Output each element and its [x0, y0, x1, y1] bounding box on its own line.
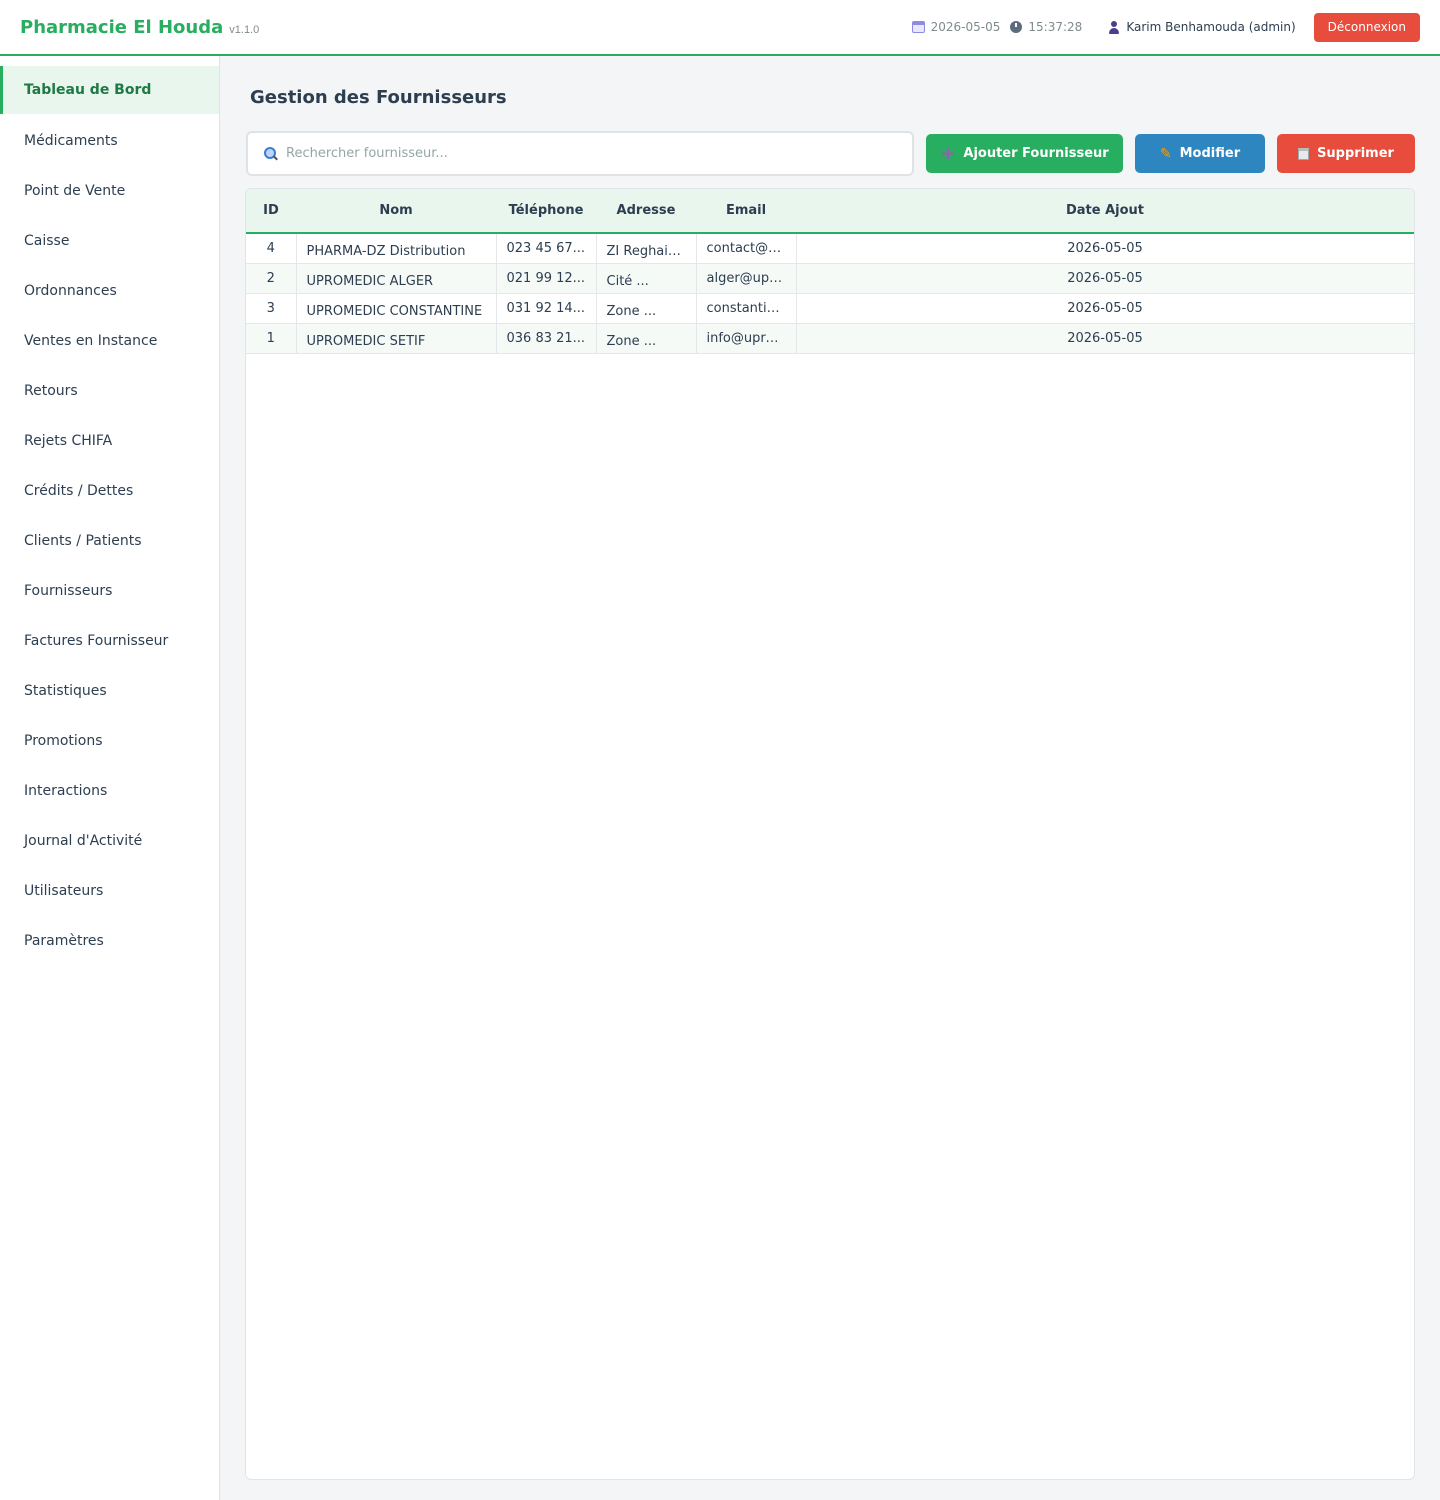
logout-button[interactable]: Déconnexion: [1313, 12, 1420, 42]
cell-date-ajout: 2026-05-05: [796, 233, 1414, 264]
cell-nom: UPROMEDIC ALGER: [296, 263, 497, 294]
cell-telephone: 031 92 14...: [496, 293, 597, 324]
cell-nom: UPROMEDIC CONSTANTINE: [296, 293, 497, 324]
sidebar-item-tableau-de-bord[interactable]: Tableau de Bord: [0, 66, 219, 114]
cell-adresse: Zone ...: [596, 323, 697, 354]
date-text: 2026-05-05: [930, 20, 1001, 34]
app-title: Pharmacie El Houda: [20, 16, 224, 38]
plus-icon: +: [940, 142, 956, 164]
sidebar-item-caisse[interactable]: Caisse: [0, 216, 219, 266]
add-supplier-label: Ajouter Fournisseur: [963, 146, 1109, 161]
table-row[interactable]: 3 UPROMEDIC CONSTANTINE 031 92 14... Zon…: [246, 293, 1414, 324]
sidebar-item-retours[interactable]: Retours: [0, 366, 219, 416]
column-header-id[interactable]: ID: [246, 189, 296, 234]
column-header-adresse[interactable]: Adresse: [596, 189, 696, 234]
cell-id: 2: [246, 263, 297, 294]
cell-email: contact@p...: [696, 233, 797, 264]
cell-date-ajout: 2026-05-05: [796, 293, 1414, 324]
trash-icon: [1298, 147, 1310, 160]
cell-adresse: Cité ...: [596, 263, 697, 294]
cell-nom: PHARMA-DZ Distribution: [296, 233, 497, 264]
column-header-telephone[interactable]: Téléphone: [496, 189, 596, 234]
edit-button[interactable]: ✎ Modifier: [1135, 134, 1265, 173]
pencil-icon: ✎: [1159, 145, 1172, 162]
sidebar-item-point-de-vente[interactable]: Point de Vente: [0, 166, 219, 216]
cell-adresse: ZI Reghaia...: [596, 233, 697, 264]
page-title: Gestion des Fournisseurs: [250, 87, 507, 108]
user-icon: [1108, 20, 1120, 34]
column-header-nom[interactable]: Nom: [296, 189, 496, 234]
cell-email: alger@upr...: [696, 263, 797, 294]
table-row[interactable]: 1 UPROMEDIC SETIF 036 83 21... Zone ... …: [246, 323, 1414, 354]
cell-telephone: 036 83 21...: [496, 323, 597, 354]
sidebar-item-rejets-chifa[interactable]: Rejets CHIFA: [0, 416, 219, 466]
calendar-icon: [911, 21, 925, 33]
cell-email: info@upro...: [696, 323, 797, 354]
sidebar-item-parametres[interactable]: Paramètres: [0, 916, 219, 966]
delete-button[interactable]: Supprimer: [1277, 134, 1415, 173]
sidebar-item-journal-activite[interactable]: Journal d'Activité: [0, 816, 219, 866]
cell-id: 1: [246, 323, 297, 354]
clock-icon: [1010, 21, 1023, 33]
app-version: v1.1.0: [229, 23, 260, 36]
sidebar-item-interactions[interactable]: Interactions: [0, 766, 219, 816]
column-header-date-ajout[interactable]: Date Ajout: [796, 189, 1414, 234]
sidebar-item-ordonnances[interactable]: Ordonnances: [0, 266, 219, 316]
cell-telephone: 023 45 67...: [496, 233, 597, 264]
current-user: Karim Benhamouda (admin): [1108, 20, 1296, 34]
sidebar-item-statistiques[interactable]: Statistiques: [0, 666, 219, 716]
add-supplier-button[interactable]: + Ajouter Fournisseur: [926, 134, 1123, 173]
top-bar: Pharmacie El Houda v1.1.0 2026-05-05 15:…: [0, 0, 1440, 56]
suppliers-table-container: ID Nom Téléphone Adresse Email Date Ajou…: [245, 188, 1415, 1480]
cell-id: 3: [246, 293, 297, 324]
time-display: 15:37:28: [1010, 20, 1082, 34]
sidebar-item-utilisateurs[interactable]: Utilisateurs: [0, 866, 219, 916]
sidebar-item-ventes-en-instance[interactable]: Ventes en Instance: [0, 316, 219, 366]
cell-date-ajout: 2026-05-05: [796, 263, 1414, 294]
sidebar-item-fournisseurs[interactable]: Fournisseurs: [0, 566, 219, 616]
cell-email: constantin...: [696, 293, 797, 324]
edit-label: Modifier: [1179, 146, 1241, 161]
cell-nom: UPROMEDIC SETIF: [296, 323, 497, 354]
table-row[interactable]: 4 PHARMA-DZ Distribution 023 45 67... ZI…: [246, 233, 1414, 264]
suppliers-table: ID Nom Téléphone Adresse Email Date Ajou…: [246, 189, 1414, 354]
search-icon: [264, 146, 278, 161]
sidebar-item-medicaments[interactable]: Médicaments: [0, 116, 219, 166]
cell-adresse: Zone ...: [596, 293, 697, 324]
table-row[interactable]: 2 UPROMEDIC ALGER 021 99 12... Cité ... …: [246, 263, 1414, 294]
sidebar-item-factures-fournisseur[interactable]: Factures Fournisseur: [0, 616, 219, 666]
delete-label: Supprimer: [1317, 146, 1394, 161]
cell-id: 4: [246, 233, 297, 264]
table-header-row: ID Nom Téléphone Adresse Email Date Ajou…: [246, 189, 1414, 234]
user-name: Karim Benhamouda (admin): [1126, 20, 1296, 34]
search-input[interactable]: [286, 146, 886, 161]
date-display: 2026-05-05: [911, 20, 1001, 34]
column-header-email[interactable]: Email: [696, 189, 796, 234]
sidebar-item-credits-dettes[interactable]: Crédits / Dettes: [0, 466, 219, 516]
cell-date-ajout: 2026-05-05: [796, 323, 1414, 354]
top-bar-status: 2026-05-05 15:37:28 Karim Benhamouda (ad…: [911, 12, 1420, 42]
sidebar-item-clients-patients[interactable]: Clients / Patients: [0, 516, 219, 566]
cell-telephone: 021 99 12...: [496, 263, 597, 294]
search-box: [246, 131, 914, 176]
time-text: 15:37:28: [1028, 20, 1083, 34]
sidebar: Tableau de Bord Médicaments Point de Ven…: [0, 56, 220, 1500]
sidebar-item-promotions[interactable]: Promotions: [0, 716, 219, 766]
